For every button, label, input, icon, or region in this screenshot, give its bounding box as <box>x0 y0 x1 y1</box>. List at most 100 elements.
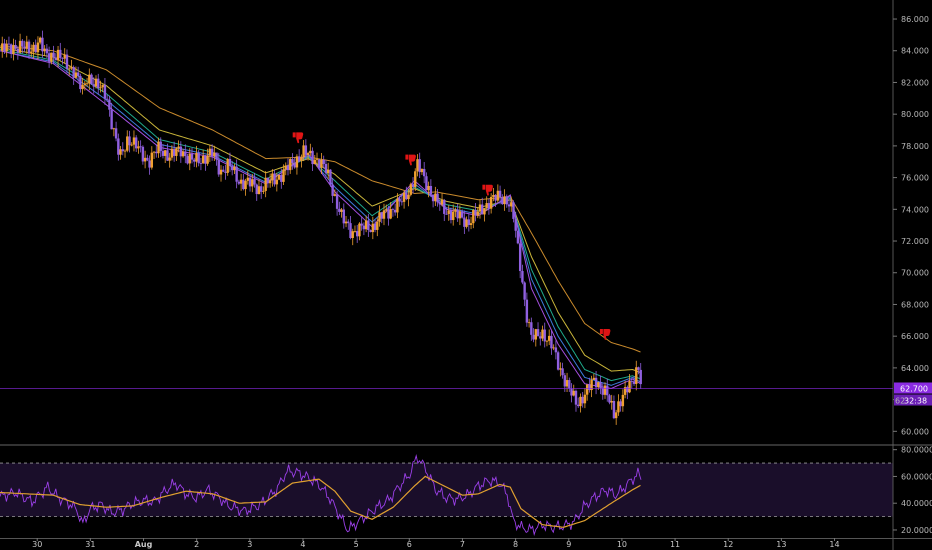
candle-body <box>547 335 551 341</box>
candle-body <box>536 329 540 337</box>
candle-body <box>521 271 524 283</box>
candle-body <box>581 396 584 404</box>
x-tick-label: 11 <box>670 540 680 549</box>
candle-body <box>338 208 341 212</box>
candle-body <box>534 329 537 340</box>
y-tick-label: 74.000 <box>901 205 929 214</box>
x-tick-label: Aug <box>135 540 153 549</box>
candle-body <box>275 179 279 185</box>
candle-body <box>409 184 412 195</box>
candle-body <box>230 166 234 171</box>
candle-body <box>456 209 459 219</box>
candle-body <box>637 367 640 370</box>
candle-body <box>197 153 200 164</box>
candle-body <box>382 210 386 219</box>
candle-body <box>507 204 511 207</box>
candle-body <box>150 152 154 168</box>
candle-body <box>356 231 359 237</box>
candle-body <box>577 404 580 407</box>
candle-body <box>597 382 600 388</box>
candle-body <box>445 213 448 215</box>
candle-body <box>184 151 187 157</box>
rsi-tick-label: 20.0000 <box>901 526 932 535</box>
candle-body <box>315 159 319 161</box>
candle-body <box>373 223 377 230</box>
candle-body <box>289 159 292 171</box>
y-tick-label: 70.000 <box>901 269 929 278</box>
candle-body <box>402 192 406 202</box>
candle-body <box>262 190 265 192</box>
candle-body <box>425 176 428 191</box>
candle-body <box>52 52 55 58</box>
candle-body <box>260 186 263 192</box>
candle-body <box>498 190 502 198</box>
candle-body <box>237 181 241 184</box>
candle-body <box>333 194 337 196</box>
candle-body <box>155 151 158 154</box>
y-tick-label: 64.000 <box>901 364 929 373</box>
candle-body <box>583 394 587 404</box>
candle-body <box>592 377 596 380</box>
candle-body <box>364 220 368 230</box>
candle-body <box>405 192 408 200</box>
candle-body <box>380 212 383 219</box>
candle-body <box>309 150 312 154</box>
candle-body <box>565 380 569 387</box>
candle-body <box>56 49 60 61</box>
candle-body <box>481 204 484 215</box>
candle-body <box>347 221 350 224</box>
candle-body <box>101 84 104 88</box>
candle-body <box>492 194 495 197</box>
candle-body <box>23 46 26 49</box>
candle-body <box>635 367 638 384</box>
candle-body <box>286 165 290 171</box>
candle-body <box>74 72 78 78</box>
rsi-tick-label: 40.0000 <box>901 499 932 508</box>
candle-body <box>168 157 171 161</box>
candle-body <box>414 171 417 187</box>
candle-body <box>50 52 53 62</box>
candle-body <box>195 153 198 162</box>
candle-body <box>429 185 433 195</box>
candle-body <box>222 169 225 172</box>
candle-body <box>63 54 66 59</box>
candle-body <box>103 84 107 99</box>
candle-body <box>1 43 4 51</box>
candle-body <box>510 202 513 207</box>
candle-body <box>217 159 220 175</box>
candle-body <box>501 197 504 205</box>
candle-body <box>326 169 330 174</box>
candle-body <box>41 37 44 52</box>
y-tick-label: 78.000 <box>901 142 929 151</box>
candle-body <box>572 390 575 396</box>
sell-signal-icon <box>405 154 416 166</box>
candle-body <box>161 150 165 156</box>
candle-body <box>300 157 303 161</box>
candle-body <box>233 166 236 171</box>
candle-body <box>559 368 562 370</box>
candle-body <box>474 209 477 216</box>
candle-body <box>54 57 58 61</box>
candle-body <box>628 381 631 393</box>
candle-body <box>132 137 136 145</box>
candle-body <box>201 155 205 164</box>
candle-body <box>172 148 176 156</box>
candle-body <box>349 223 352 239</box>
candle-body <box>585 384 589 395</box>
candle-body <box>360 223 363 226</box>
candle-body <box>438 202 442 205</box>
candle-body <box>614 412 618 419</box>
candle-body <box>505 196 508 205</box>
candle-body <box>128 136 131 146</box>
candle-body <box>235 166 238 182</box>
candle-body <box>199 163 203 164</box>
candle-body <box>467 219 471 226</box>
candle-body <box>253 179 256 185</box>
candle-body <box>443 200 446 214</box>
y-tick-label: 72.000 <box>901 237 929 246</box>
candle-body <box>244 180 247 190</box>
candle-body <box>121 149 124 152</box>
candle-body <box>12 45 15 54</box>
candle-body <box>76 72 80 76</box>
x-tick-label: 4 <box>300 540 305 549</box>
